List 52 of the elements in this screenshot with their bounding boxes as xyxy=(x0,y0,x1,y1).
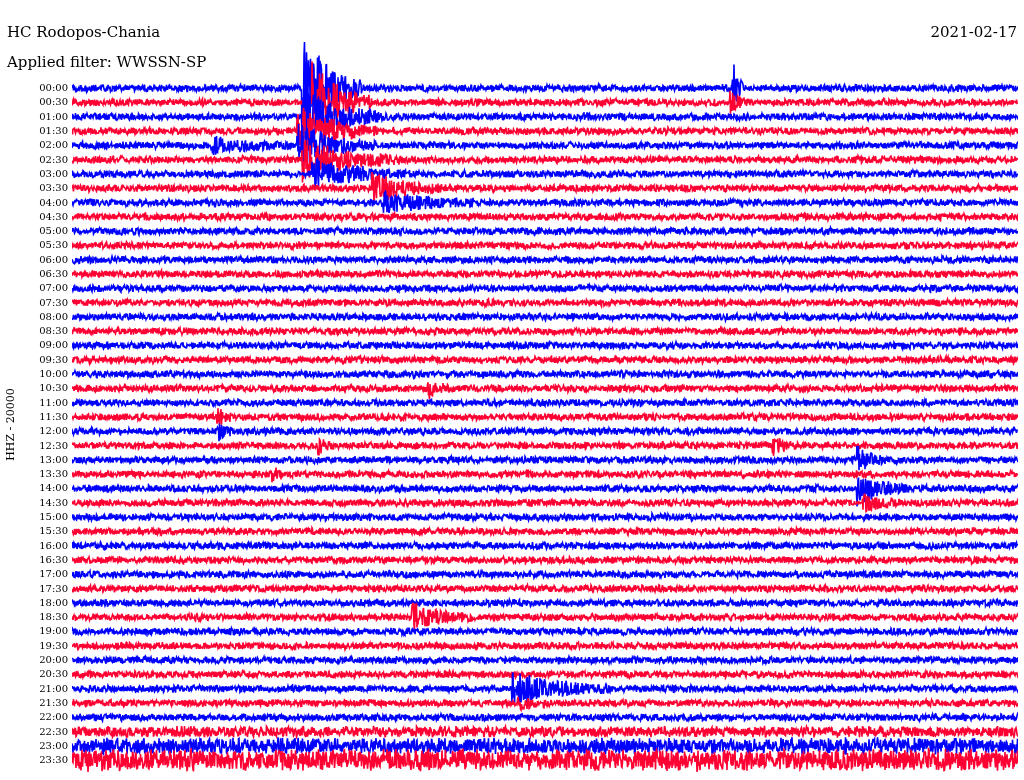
time-label: 13:30 xyxy=(39,469,68,480)
time-label: 02:00 xyxy=(39,140,68,151)
time-label: 23:30 xyxy=(39,755,68,766)
time-label: 06:00 xyxy=(39,254,68,265)
time-label: 15:30 xyxy=(39,526,68,537)
time-label: 20:30 xyxy=(39,669,68,680)
time-label: 08:00 xyxy=(39,311,68,322)
time-label: 01:30 xyxy=(39,126,68,137)
time-label: 21:00 xyxy=(39,683,68,694)
time-label: 20:00 xyxy=(39,655,68,665)
time-label: 06:30 xyxy=(39,269,68,279)
time-label: 15:00 xyxy=(39,512,68,523)
time-label: 17:00 xyxy=(39,569,68,580)
time-label: 03:00 xyxy=(39,168,68,179)
time-label: 16:00 xyxy=(39,540,68,551)
time-label: 21:30 xyxy=(39,697,68,708)
time-label: 18:00 xyxy=(39,597,68,608)
time-label: 07:30 xyxy=(39,297,68,308)
time-label: 09:00 xyxy=(39,340,68,351)
time-label: 10:30 xyxy=(39,383,68,394)
time-label: 09:30 xyxy=(39,354,68,365)
time-label: 16:30 xyxy=(39,554,68,565)
channel-label: HHZ - 20000 xyxy=(4,387,16,461)
time-label: 19:00 xyxy=(39,626,68,637)
time-label: 22:30 xyxy=(39,726,68,737)
time-label: 14:00 xyxy=(39,483,68,494)
time-label: 13:00 xyxy=(39,454,68,465)
time-label: 04:30 xyxy=(39,211,68,222)
time-label: 22:00 xyxy=(39,712,68,723)
time-label: 07:00 xyxy=(39,283,68,294)
time-label: 11:00 xyxy=(39,397,68,408)
time-label: 05:00 xyxy=(39,226,68,237)
time-label: 23:00 xyxy=(39,740,68,751)
time-label: 00:00 xyxy=(39,83,68,94)
time-label: 19:30 xyxy=(39,640,68,651)
time-label: 08:30 xyxy=(39,326,68,337)
time-label: 17:30 xyxy=(39,583,68,594)
time-label: 12:30 xyxy=(39,440,68,451)
time-label: 10:00 xyxy=(39,369,68,380)
time-label: 11:30 xyxy=(39,411,68,422)
time-label: 04:00 xyxy=(39,197,68,208)
time-label: 18:30 xyxy=(39,612,68,623)
time-label: 02:30 xyxy=(39,154,68,165)
time-label: 05:30 xyxy=(39,240,68,251)
station-title: HC Rodopos-Chania xyxy=(7,25,161,40)
time-label: 00:30 xyxy=(39,97,68,108)
filter-label: Applied filter: WWSSN-SP xyxy=(7,53,207,71)
date-label: 2021-02-17 xyxy=(930,25,1017,40)
time-label: 14:30 xyxy=(39,497,68,508)
time-label: 01:00 xyxy=(39,111,68,122)
time-label: 12:00 xyxy=(39,426,68,437)
time-label: 03:30 xyxy=(39,183,68,194)
